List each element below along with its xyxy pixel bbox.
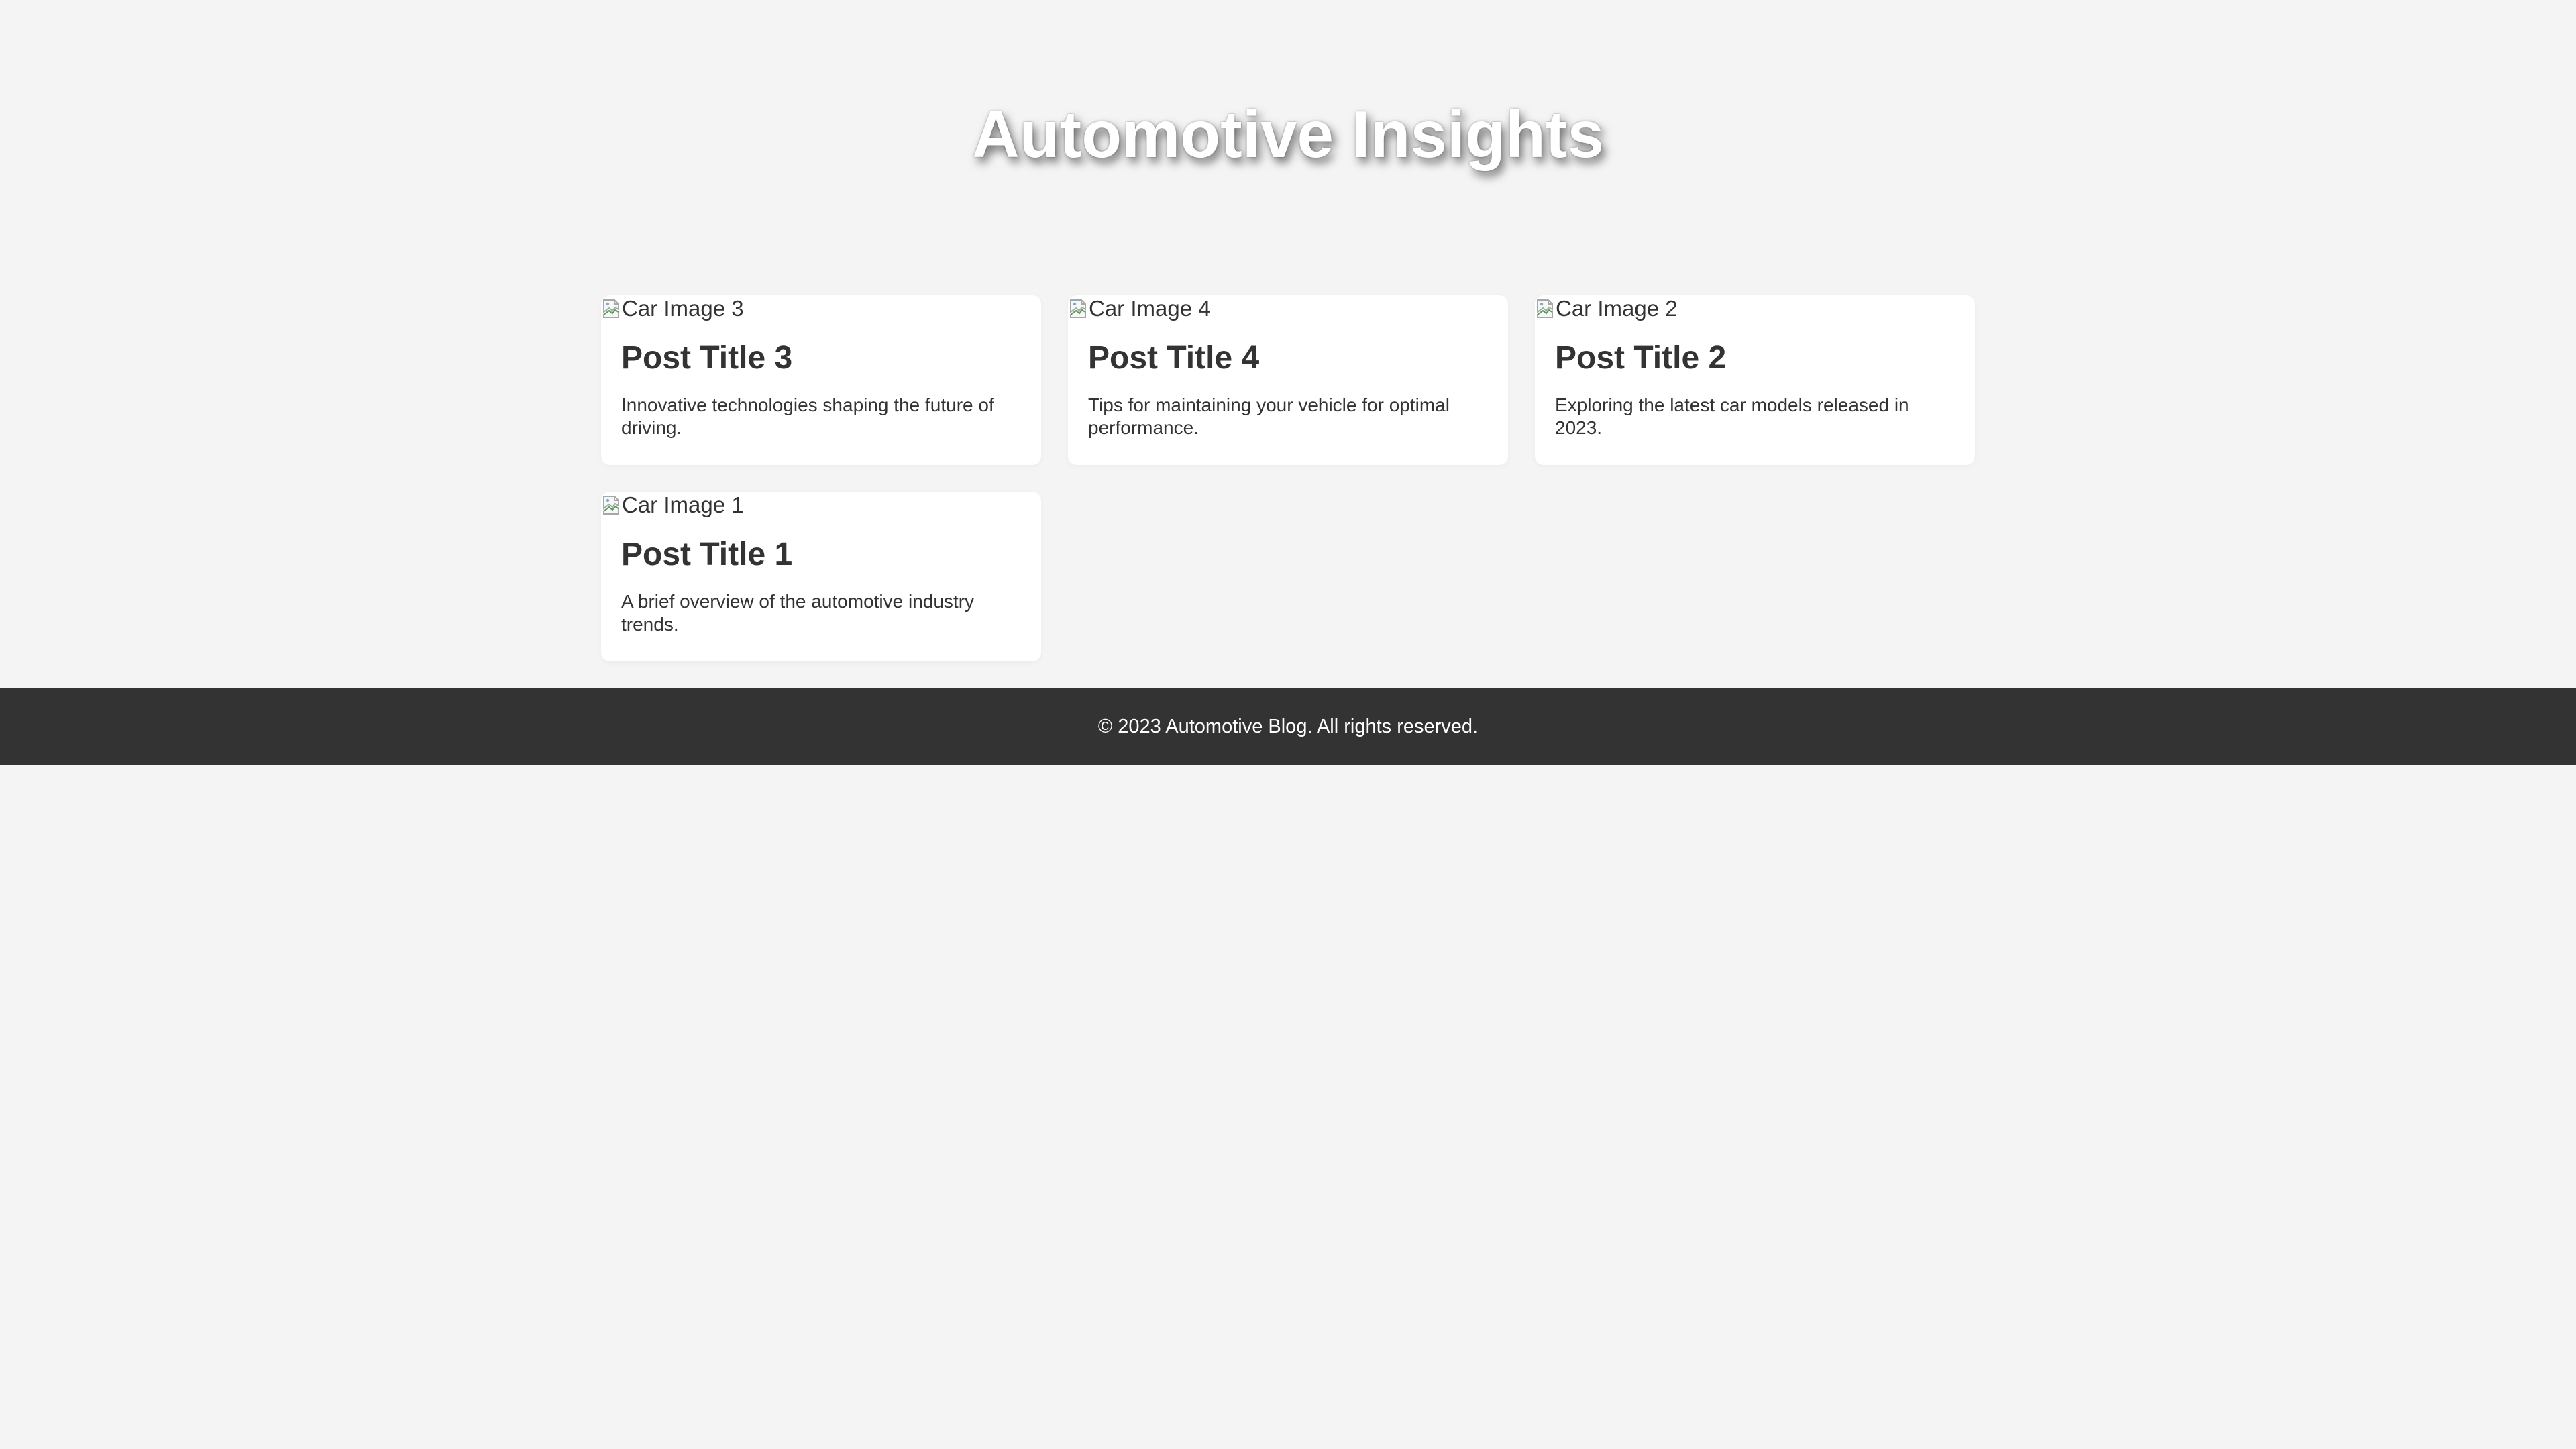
post-image[interactable]: Car Image 4 xyxy=(1068,295,1211,322)
footer-copyright: © 2023 Automotive Blog. All rights reser… xyxy=(1097,716,1479,737)
post-title[interactable]: Post Title 1 xyxy=(621,535,1024,575)
post-image-alt: Car Image 3 xyxy=(622,296,744,321)
post-image-alt: Car Image 4 xyxy=(1089,296,1211,321)
post-image-alt: Car Image 2 xyxy=(1556,296,1678,321)
post-content: Post Title 4 Tips for maintaining your v… xyxy=(1088,338,1491,439)
site-title: Automotive Insights xyxy=(972,97,1604,171)
post-title[interactable]: Post Title 4 xyxy=(1088,338,1491,378)
post-excerpt: Tips for maintaining your vehicle for op… xyxy=(1088,394,1450,438)
post-card[interactable]: Car Image 4 Post Title 4 Tips for mainta… xyxy=(1068,295,1508,465)
post-excerpt: A brief overview of the automotive indus… xyxy=(621,591,975,635)
post-excerpt: Innovative technologies shaping the futu… xyxy=(621,394,994,438)
broken-image-icon xyxy=(601,494,621,517)
broken-image-icon xyxy=(1068,297,1088,320)
post-image[interactable]: Car Image 2 xyxy=(1535,295,1678,322)
post-content: Post Title 2 Exploring the latest car mo… xyxy=(1555,338,1957,439)
broken-image-icon xyxy=(601,297,621,320)
broken-image-icon xyxy=(1535,297,1555,320)
post-title[interactable]: Post Title 3 xyxy=(621,338,1024,378)
post-image[interactable]: Car Image 3 xyxy=(601,295,744,322)
post-card[interactable]: Car Image 3 Post Title 3 Innovative tech… xyxy=(601,295,1041,465)
post-card[interactable]: Car Image 1 Post Title 1 A brief overvie… xyxy=(601,492,1041,661)
post-image-alt: Car Image 1 xyxy=(622,492,744,517)
post-excerpt: Exploring the latest car models released… xyxy=(1555,394,1909,438)
post-content: Post Title 1 A brief overview of the aut… xyxy=(621,535,1024,636)
site-header: Automotive Insights xyxy=(0,0,2576,268)
post-card[interactable]: Car Image 2 Post Title 2 Exploring the l… xyxy=(1535,295,1975,465)
post-content: Post Title 3 Innovative technologies sha… xyxy=(621,338,1024,439)
post-title[interactable]: Post Title 2 xyxy=(1555,338,1957,378)
site-footer: © 2023 Automotive Blog. All rights reser… xyxy=(0,688,2576,765)
post-image[interactable]: Car Image 1 xyxy=(601,492,744,519)
